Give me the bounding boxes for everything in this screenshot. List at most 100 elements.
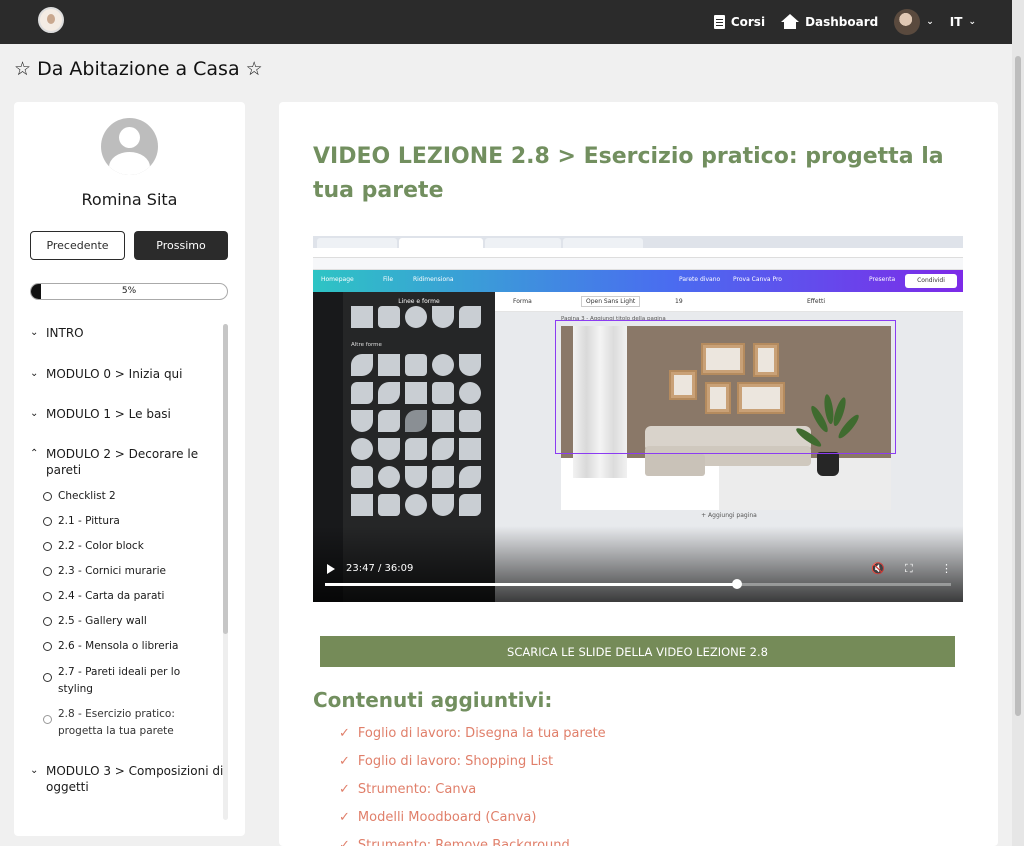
nav-corsi[interactable]: Corsi	[713, 15, 766, 29]
canva-shape-thumb	[405, 438, 427, 460]
canva-toolbar: Forma Open Sans Light 19 Effetti	[495, 292, 963, 312]
canva-shape-thumb	[351, 410, 373, 432]
lesson-item[interactable]: 2.2 - Color block	[43, 538, 223, 555]
circle-icon	[43, 567, 52, 576]
module-3[interactable]: ⌄ MODULO 3 > Composizioni di oggetti	[30, 763, 225, 795]
circle-icon	[43, 642, 52, 651]
nav-corsi-label: Corsi	[730, 15, 766, 29]
fullscreen-icon[interactable]: ⛶	[905, 562, 913, 576]
extra-link-label: Modelli Moodboard (Canva)	[357, 810, 537, 825]
video-browser-tab	[399, 238, 483, 248]
extra-link[interactable]: ✓ Strumento: Remove Background	[339, 838, 570, 846]
extra-link-label: Foglio di lavoro: Shopping List	[357, 754, 554, 769]
lesson-label: 2.5 - Gallery wall	[58, 615, 147, 627]
lesson-title: VIDEO LEZIONE 2.8 > Esercizio pratico: p…	[313, 144, 944, 203]
lesson-list: ⌄ INTRO ⌄ MODULO 0 > Inizia qui ⌄ MODULO…	[30, 322, 225, 827]
lesson-item[interactable]: 2.3 - Cornici murarie	[43, 563, 223, 580]
canva-shape-thumb	[432, 382, 454, 404]
lesson-list-scrollbar-thumb[interactable]	[223, 324, 228, 634]
check-icon: ✓	[339, 726, 350, 741]
lesson-item-current[interactable]: 2.8 - Esercizio pratico: progetta la tua…	[43, 706, 193, 740]
module-2[interactable]: ⌃ MODULO 2 > Decorare le pareti	[30, 446, 225, 478]
chevron-up-icon: ⌃	[30, 448, 39, 459]
module-label: MODULO 1 > Le basi	[46, 407, 171, 421]
canva-home-label: Homepage	[321, 276, 354, 283]
canva-toolbar-effects: Effetti	[807, 298, 825, 305]
canva-shape-thumb	[432, 494, 454, 516]
canva-shape-thumb	[378, 438, 400, 460]
next-button[interactable]: Prossimo	[134, 231, 228, 260]
lesson-label: 2.8 - Esercizio pratico: progetta la tua…	[58, 708, 175, 737]
user-avatar	[101, 118, 158, 175]
canva-shape-thumb	[378, 306, 400, 328]
check-icon: ✓	[339, 838, 350, 846]
canva-shape-thumb	[405, 466, 427, 488]
lesson-label: 2.1 - Pittura	[58, 515, 120, 527]
more-options-icon[interactable]: ⋮	[941, 562, 952, 575]
extra-link-label: Strumento: Canva	[357, 782, 477, 797]
video-seek-handle[interactable]	[731, 579, 742, 589]
download-slides-button[interactable]: SCARICA LE SLIDE DELLA VIDEO LEZIONE 2.8	[320, 636, 955, 667]
lesson-item[interactable]: 2.7 - Pareti ideali per lo styling	[43, 664, 193, 698]
extra-link-label: Foglio di lavoro: Disegna la tua parete	[357, 726, 606, 741]
nav-dashboard-label: Dashboard	[805, 15, 879, 29]
extra-link[interactable]: ✓ Foglio di lavoro: Shopping List	[339, 754, 553, 769]
canva-shape-thumb	[405, 382, 427, 404]
canva-doc-label: Parete divano	[679, 276, 721, 283]
canva-shape-thumb	[432, 410, 454, 432]
chevron-down-icon: ⌄	[30, 408, 39, 419]
site-logo[interactable]	[38, 7, 64, 33]
page-scrollbar-thumb[interactable]	[1015, 56, 1021, 716]
canva-shape-thumb	[351, 354, 373, 376]
page-scrollbar[interactable]	[1012, 0, 1024, 846]
canva-shape-thumb	[432, 466, 454, 488]
home-icon	[781, 14, 800, 29]
user-menu[interactable]: ⌄	[894, 9, 934, 35]
chevron-down-icon: ⌄	[926, 17, 934, 27]
lesson-item[interactable]: 2.5 - Gallery wall	[43, 613, 223, 630]
nav-dashboard[interactable]: Dashboard	[781, 14, 879, 29]
extra-link[interactable]: ✓ Foglio di lavoro: Disegna la tua parete	[339, 726, 606, 741]
lesson-item[interactable]: 2.6 - Mensola o libreria	[43, 638, 223, 655]
previous-button[interactable]: Precedente	[30, 231, 125, 260]
module-label: MODULO 3 > Composizioni di oggetti	[46, 764, 224, 794]
canva-shape-thumb	[405, 306, 427, 328]
video-time: 23:47 / 36:09	[346, 563, 414, 574]
circle-icon	[43, 715, 52, 724]
course-progress-bar: 5%	[30, 283, 228, 300]
play-icon[interactable]	[327, 564, 335, 574]
video-player[interactable]: Homepage File Ridimensiona Parete divano…	[313, 236, 963, 602]
check-icon: ✓	[339, 754, 350, 769]
lesson-list-scrollbar[interactable]	[223, 324, 228, 820]
design-plant-pot	[817, 452, 839, 476]
canva-shape-thumb	[459, 382, 481, 404]
canva-shape-thumb	[351, 382, 373, 404]
canva-topbar: Homepage File Ridimensiona Parete divano…	[313, 270, 963, 292]
canva-add-page: + Aggiungi pagina	[701, 512, 757, 519]
canva-shape-thumb	[432, 354, 454, 376]
canva-pro-label: Prova Canva Pro	[733, 276, 782, 283]
canva-shape-thumb	[459, 354, 481, 376]
module-intro[interactable]: ⌄ INTRO	[30, 325, 225, 341]
video-browser-tab	[563, 238, 643, 248]
module-1[interactable]: ⌄ MODULO 1 > Le basi	[30, 406, 225, 422]
extra-link[interactable]: ✓ Strumento: Canva	[339, 782, 476, 797]
lesson-item[interactable]: 2.1 - Pittura	[43, 513, 223, 530]
selection-box	[555, 320, 896, 454]
extra-content-heading: Contenuti aggiuntivi:	[313, 688, 553, 712]
language-selector[interactable]: IT ⌄	[950, 15, 976, 29]
video-seek-bar[interactable]	[325, 579, 951, 589]
canva-shape-thumb	[459, 438, 481, 460]
extra-link[interactable]: ✓ Modelli Moodboard (Canva)	[339, 810, 536, 825]
lesson-item[interactable]: 2.4 - Carta da parati	[43, 588, 223, 605]
video-browser-url	[313, 248, 963, 258]
canva-shape-thumb	[351, 306, 373, 328]
module-0[interactable]: ⌄ MODULO 0 > Inizia qui	[30, 366, 225, 382]
lesson-item[interactable]: Checklist 2	[43, 488, 223, 505]
canva-toolbar-shape: Forma	[513, 298, 532, 305]
canva-shape-thumb	[351, 466, 373, 488]
canva-file-label: File	[383, 276, 394, 283]
chevron-down-icon: ⌄	[30, 327, 39, 338]
mute-icon[interactable]: 🔇	[871, 562, 885, 575]
user-avatar-small	[894, 9, 921, 35]
